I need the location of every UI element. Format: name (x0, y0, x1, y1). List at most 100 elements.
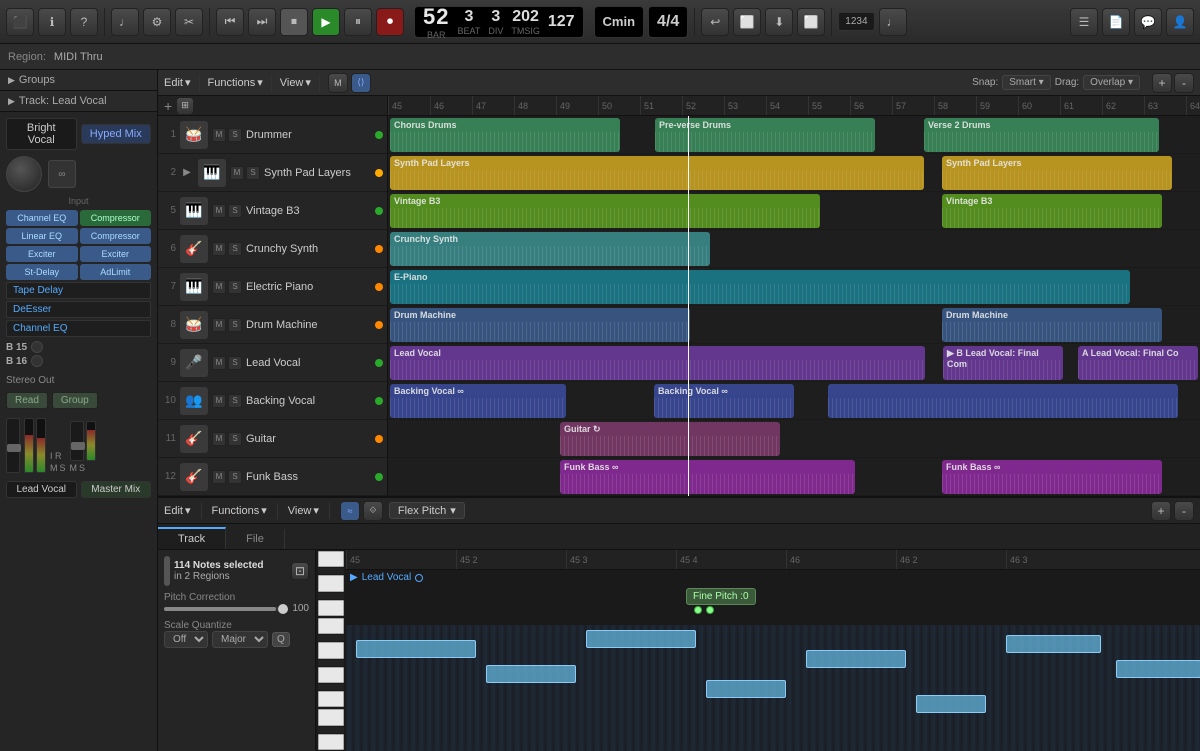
channel-knob[interactable] (6, 156, 42, 192)
pitch-note[interactable] (806, 650, 906, 668)
piano-key-white[interactable] (318, 618, 344, 634)
group-btn[interactable]: Group (52, 392, 98, 409)
clip[interactable]: Vintage B3 (942, 194, 1162, 228)
record-dot[interactable] (375, 397, 383, 405)
zoom-out-btn[interactable]: - (1174, 73, 1194, 93)
slider-track[interactable] (164, 607, 288, 611)
editor-collapse-btn[interactable]: ⊡ (291, 562, 309, 580)
zoom-in-btn[interactable]: + (1152, 73, 1172, 93)
mute-btn[interactable]: M (212, 128, 226, 142)
pitch-note[interactable] (1006, 635, 1101, 653)
solo-btn[interactable]: S (228, 470, 242, 484)
piano-key-white[interactable] (318, 642, 344, 658)
redo-btn[interactable]: ⬜ (733, 8, 761, 36)
mixer-btn[interactable]: ⚙ (143, 8, 171, 36)
clip[interactable]: Chorus Drums (390, 118, 620, 152)
mute-btn[interactable]: M (212, 204, 226, 218)
clip[interactable]: Synth Pad Layers (942, 156, 1172, 190)
clip[interactable]: ▶ B Lead Vocal: Final Com (943, 346, 1063, 380)
editor-edit-dropdown[interactable]: Edit ▾ (164, 504, 191, 517)
piano-key-black[interactable] (318, 593, 344, 599)
rewind-btn[interactable]: ⏮ (216, 8, 244, 36)
record-dot[interactable] (375, 473, 383, 481)
play-btn[interactable]: ▶ (312, 8, 340, 36)
edit-dropdown[interactable]: Edit ▾ (164, 76, 191, 89)
track-name-bottom[interactable]: Lead Vocal (6, 481, 77, 498)
clip[interactable]: Crunchy Synth (390, 232, 710, 266)
scale-off-dropdown[interactable]: Off (164, 631, 208, 648)
editor-zoom-out[interactable]: - (1174, 501, 1194, 521)
clip[interactable]: Lead Vocal (390, 346, 925, 380)
fader-track[interactable] (6, 418, 20, 473)
solo-btn-bottom[interactable]: S (60, 463, 66, 473)
stop-btn[interactable]: ⏹ (280, 8, 308, 36)
channel-eq-1[interactable]: Channel EQ (6, 210, 78, 226)
undo-btn[interactable]: ↩ (701, 8, 729, 36)
solo-btn[interactable]: S (246, 166, 260, 180)
record-dot[interactable] (375, 359, 383, 367)
person-btn[interactable]: 👤 (1166, 8, 1194, 36)
record-dot[interactable] (375, 131, 383, 139)
piano-key-white[interactable] (318, 734, 344, 750)
pitch-correction-slider[interactable]: 100 (164, 603, 309, 614)
automation-read-btn[interactable]: Read (6, 392, 48, 409)
st-delay[interactable]: St-Delay (6, 264, 78, 280)
flex-pitch-mode-btn[interactable]: ≈ (340, 501, 360, 521)
midi-btn[interactable]: M (328, 73, 348, 93)
master-fader-handle[interactable] (71, 442, 85, 450)
solo-btn[interactable]: S (228, 128, 242, 142)
solo-btn[interactable]: S (228, 356, 242, 370)
clip[interactable]: Verse 2 Drums (924, 118, 1159, 152)
groups-section-header[interactable]: ▶ Groups (0, 70, 157, 91)
quantize-btn[interactable]: Q (272, 632, 290, 647)
piano-key-white[interactable] (318, 551, 344, 567)
piano-key-black[interactable] (318, 660, 344, 666)
master-mix-label[interactable]: Master Mix (81, 481, 152, 498)
fader-handle[interactable] (7, 444, 21, 452)
bus-headphone-icon[interactable] (31, 341, 43, 353)
compressor-1[interactable]: Compressor (80, 210, 152, 226)
piano-key-black[interactable] (318, 568, 344, 574)
record-dot[interactable] (375, 435, 383, 443)
track-play-btn[interactable]: ▶ (180, 166, 194, 180)
drag-value[interactable]: Overlap ▾ (1083, 75, 1140, 90)
pitch-note[interactable] (916, 695, 986, 713)
scale-major-dropdown[interactable]: Major (212, 631, 268, 648)
editor-view-dropdown[interactable]: View ▾ (288, 504, 319, 517)
clip[interactable]: Funk Bass ∞ (560, 460, 855, 494)
record-btn[interactable]: ⏺ (376, 8, 404, 36)
compressor-2[interactable]: Compressor (80, 228, 152, 244)
tab-file[interactable]: File (226, 529, 285, 549)
master-mute-btn[interactable]: M (70, 463, 78, 473)
pitch-note[interactable] (586, 630, 696, 648)
piano-key-black[interactable] (318, 727, 344, 733)
solo-btn[interactable]: S (228, 280, 242, 294)
solo-btn[interactable]: S (228, 394, 242, 408)
mute-btn[interactable]: M (212, 318, 226, 332)
pitch-note[interactable] (706, 680, 786, 698)
solo-btn[interactable]: S (228, 318, 242, 332)
forward-btn[interactable]: ⏭ (248, 8, 276, 36)
adlimit[interactable]: AdLimit (80, 264, 152, 280)
flex-btn[interactable]: ⟨⟩ (351, 73, 371, 93)
solo-btn[interactable]: S (228, 242, 242, 256)
logo-btn[interactable]: ⬛ (6, 8, 34, 36)
add-track-btn[interactable]: + (164, 98, 172, 114)
save-btn[interactable]: ⬇ (765, 8, 793, 36)
channel-eq-2[interactable]: Channel EQ (6, 320, 151, 337)
mute-btn[interactable]: M (212, 394, 226, 408)
clip[interactable]: Backing Vocal ∞ (654, 384, 794, 418)
scissors-btn[interactable]: ✂ (175, 8, 203, 36)
record-dot[interactable] (375, 321, 383, 329)
mute-btn-bottom[interactable]: M (50, 463, 58, 473)
master-solo-btn[interactable]: S (79, 463, 85, 473)
clip[interactable]: Drum Machine (942, 308, 1162, 342)
help-btn[interactable]: ? (70, 8, 98, 36)
pitch-note[interactable] (1116, 660, 1200, 678)
linear-eq[interactable]: Linear EQ (6, 228, 78, 244)
view-dropdown[interactable]: View ▾ (280, 76, 311, 89)
pitch-note[interactable] (486, 665, 576, 683)
clip[interactable]: Guitar ↻ (560, 422, 780, 456)
info-btn[interactable]: ℹ (38, 8, 66, 36)
hyped-mix[interactable]: Hyped Mix (81, 124, 152, 144)
